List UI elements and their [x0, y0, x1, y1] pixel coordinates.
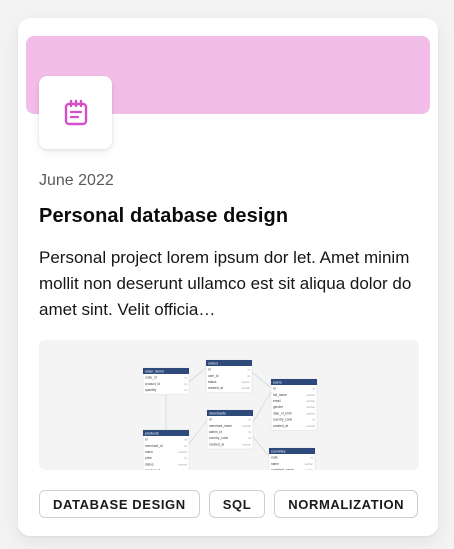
- field-name: id: [208, 368, 211, 372]
- table-name: merchants: [209, 412, 226, 416]
- tag-database-design[interactable]: DATABASE DESIGN: [39, 490, 200, 518]
- field-name: email: [273, 399, 281, 403]
- table-name: products: [145, 432, 159, 436]
- relation-line: [188, 367, 207, 383]
- field-type: varchar: [242, 424, 251, 428]
- schema-diagram-preview: order_items order_id int product_id int quant…: [39, 340, 419, 470]
- field-type: int: [310, 456, 313, 460]
- field-type: int: [184, 382, 187, 386]
- field-type: varchar: [242, 442, 251, 446]
- field-type: int: [184, 376, 187, 380]
- field-type: int: [247, 374, 250, 378]
- field-type: varchar: [306, 405, 315, 409]
- project-icon-box: [39, 76, 112, 149]
- field-name: merchant_id: [145, 444, 163, 448]
- field-name: id: [273, 387, 276, 391]
- relation-line: [251, 371, 272, 389]
- project-title[interactable]: Personal database design: [39, 205, 429, 228]
- table-merchants: merchantsid intmerchant_name varcharadmin_…: [206, 409, 254, 450]
- relation-line: [188, 419, 208, 445]
- field-name: product_id: [145, 382, 160, 386]
- field-name: quantity: [145, 388, 157, 392]
- field-type: varchar: [241, 386, 250, 390]
- field-name: order_id: [145, 376, 157, 380]
- field-name: created_at: [209, 442, 224, 446]
- project-date: June 2022: [39, 172, 114, 189]
- field-type: varchar: [304, 462, 313, 466]
- table-products: productsid intmerchant_id intname varcharpr…: [142, 429, 190, 470]
- field-type: int: [184, 444, 187, 448]
- table-name: users: [273, 381, 282, 385]
- field-type: int: [312, 387, 315, 391]
- field-type: varchar: [241, 380, 250, 384]
- field-type: varchar: [306, 399, 315, 403]
- field-type: varchar: [306, 411, 315, 415]
- field-name: id: [145, 438, 148, 442]
- er-diagram: order_itemsorder_id intproduct_id intquant…: [142, 359, 318, 470]
- field-name: admin_id: [209, 430, 222, 434]
- table-order-items: order_itemsorder_id intproduct_id intquant…: [142, 367, 190, 395]
- field-type: varchar: [178, 469, 187, 470]
- relation-line: [251, 391, 272, 425]
- table-users: usersid intfull_name varcharemail varcharge…: [270, 378, 318, 431]
- field-name: price: [145, 456, 152, 460]
- field-name: name: [145, 450, 153, 454]
- field-type: int: [184, 456, 187, 460]
- field-type: varchar: [304, 468, 313, 470]
- field-name: code: [271, 456, 278, 460]
- field-name: country_code: [273, 418, 292, 422]
- field-name: merchant_name: [209, 424, 232, 428]
- field-type: varchar: [306, 424, 315, 428]
- field-type: int: [312, 418, 315, 422]
- table-name: order_items: [145, 370, 164, 374]
- relation-line: [251, 435, 270, 457]
- field-type: int: [248, 430, 251, 434]
- field-type: int: [248, 418, 251, 422]
- tag-list: DATABASE DESIGN SQL NORMALIZATION: [39, 490, 419, 518]
- calendar-clipboard-icon: [64, 99, 87, 125]
- field-type: int: [184, 438, 187, 442]
- table-countries: countries code int name varchar continent_nam…: [268, 447, 316, 470]
- field-name: continent_name: [271, 468, 294, 470]
- project-card[interactable]: June 2022 Personal database design Perso…: [18, 18, 438, 536]
- field-name: date_of_birth: [273, 411, 292, 415]
- field-type: int: [247, 368, 250, 372]
- field-name: gender: [273, 405, 284, 409]
- field-name: country_code: [209, 436, 228, 440]
- field-type: int: [184, 388, 187, 392]
- field-name: full_name: [273, 393, 287, 397]
- field-name: created_at: [273, 424, 288, 428]
- field-name: name: [271, 462, 279, 466]
- field-type: varchar: [306, 393, 315, 397]
- tag-sql[interactable]: SQL: [208, 490, 266, 518]
- field-type: varchar: [178, 462, 187, 466]
- table-orders: orders id int user_id int status varchar create…: [205, 359, 253, 394]
- field-name: status: [145, 462, 154, 466]
- field-name: created_at: [208, 386, 223, 390]
- field-name: user_id: [208, 374, 219, 378]
- table-name: orders: [208, 362, 218, 366]
- field-type: int: [248, 436, 251, 440]
- field-name: status: [208, 380, 217, 384]
- project-description: Personal project lorem ipsum dor let. Am…: [39, 248, 412, 319]
- tag-normalization[interactable]: NORMALIZATION: [274, 490, 419, 518]
- field-name: created_at: [145, 469, 160, 470]
- field-type: varchar: [178, 450, 187, 454]
- field-name: id: [209, 418, 212, 422]
- table-name: countries: [271, 450, 286, 454]
